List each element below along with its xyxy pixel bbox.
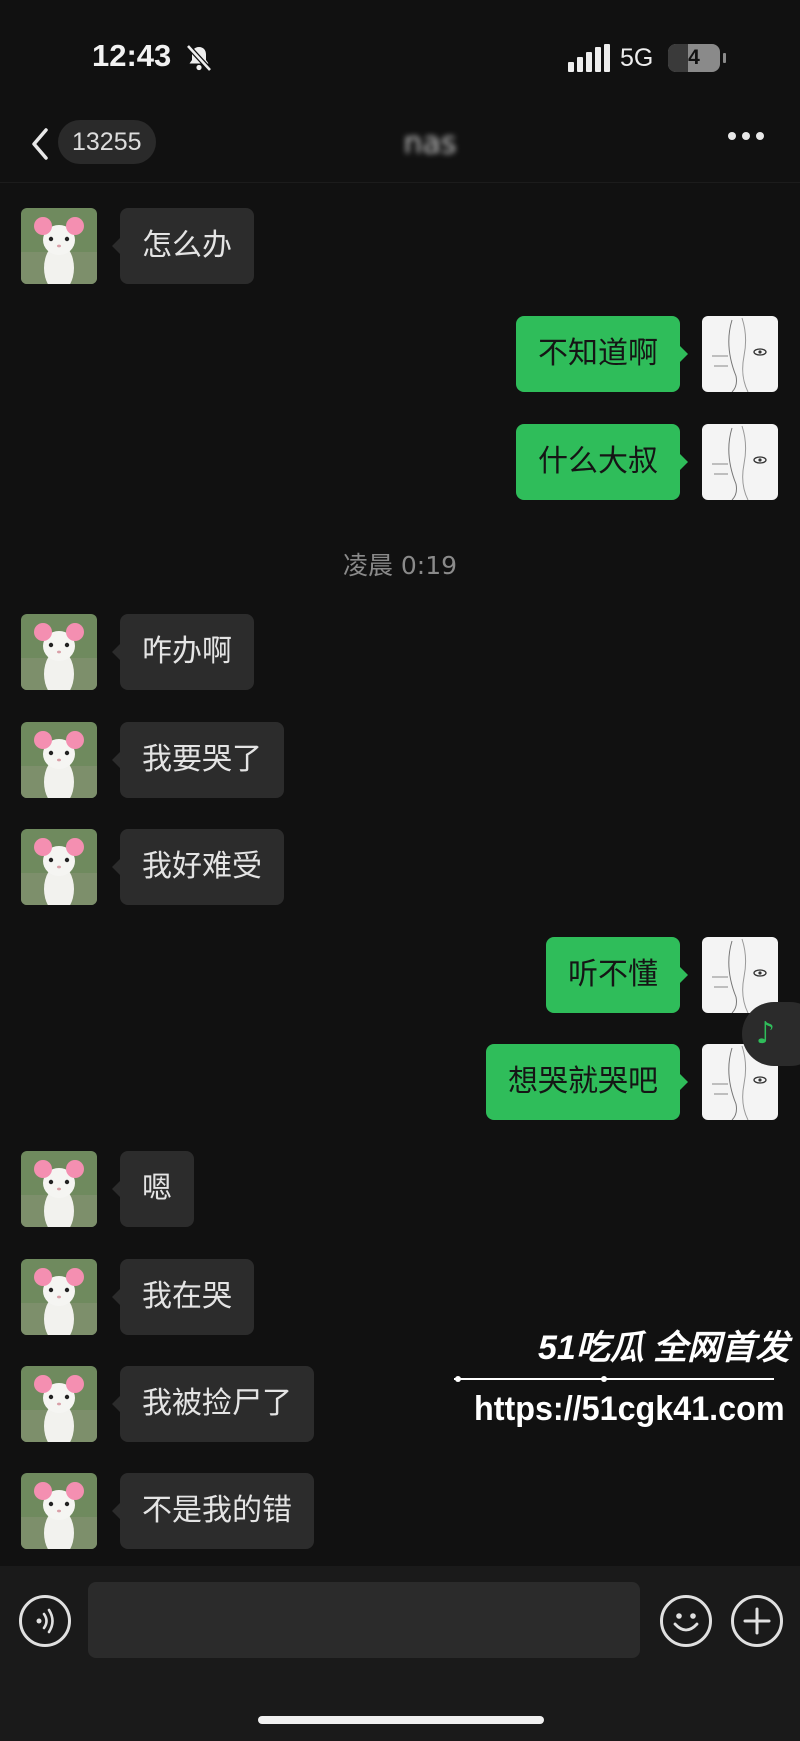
message-row: 什么大叔	[0, 424, 800, 502]
incoming-message[interactable]: 我好难受	[112, 829, 284, 905]
incoming-message[interactable]: 我要哭了	[112, 722, 284, 798]
message-row: 不知道啊	[0, 316, 800, 394]
message-row: 怎么办	[0, 208, 800, 286]
message-row: 不是我的错	[0, 1473, 800, 1551]
battery-level: 4	[688, 46, 700, 69]
battery-icon: 4	[668, 44, 726, 72]
status-time: 12:43	[92, 38, 172, 73]
message-row: 听不懂	[0, 937, 800, 1015]
watermark-line	[454, 1376, 774, 1382]
chevron-left-icon[interactable]	[26, 124, 56, 164]
bell-slash-icon	[186, 44, 212, 72]
input-bar	[0, 1566, 800, 1741]
cat-avatar[interactable]	[21, 829, 97, 905]
cat-avatar[interactable]	[21, 722, 97, 798]
cat-avatar[interactable]	[21, 1366, 97, 1442]
message-row: 我要哭了	[0, 722, 800, 800]
outgoing-message[interactable]: 想哭就哭吧	[486, 1044, 688, 1120]
message-input[interactable]	[88, 1582, 640, 1658]
chat-title: nas	[403, 126, 457, 161]
more-dots-icon[interactable]	[728, 132, 768, 144]
home-indicator[interactable]	[258, 1716, 544, 1724]
sketch-avatar[interactable]	[702, 937, 778, 1013]
network-type: 5G	[620, 44, 654, 72]
voice-icon[interactable]	[19, 1595, 71, 1647]
status-bar: 12:43 5G 4	[0, 0, 800, 110]
outgoing-message[interactable]: 听不懂	[546, 937, 688, 1013]
sketch-avatar[interactable]	[702, 424, 778, 500]
incoming-message[interactable]: 我在哭	[112, 1259, 254, 1335]
incoming-message[interactable]: 我被捡尸了	[112, 1366, 314, 1442]
watermark-url: https://51cgk41.com	[474, 1390, 785, 1428]
plus-icon[interactable]	[731, 1595, 783, 1647]
message-row: 嗯	[0, 1151, 800, 1229]
cat-avatar[interactable]	[21, 1259, 97, 1335]
outgoing-message[interactable]: 什么大叔	[516, 424, 688, 500]
cat-avatar[interactable]	[21, 1151, 97, 1227]
floating-music-button[interactable]: ♪	[742, 1002, 800, 1066]
watermark: 51吃瓜 全网首发 https://51cgk41.com	[450, 1320, 790, 1440]
chat-header: 13255 nas	[0, 110, 800, 183]
signal-icon	[568, 44, 610, 72]
incoming-message[interactable]: 嗯	[112, 1151, 194, 1227]
message-timestamp: 凌晨 0:19	[342, 551, 458, 580]
cat-avatar[interactable]	[21, 614, 97, 690]
message-row: 想哭就哭吧	[0, 1044, 800, 1122]
outgoing-message[interactable]: 不知道啊	[516, 316, 688, 392]
incoming-message[interactable]: 不是我的错	[112, 1473, 314, 1549]
incoming-message[interactable]: 怎么办	[112, 208, 254, 284]
unread-count-badge[interactable]: 13255	[58, 120, 156, 164]
watermark-brand: 51吃瓜 全网首发	[538, 1329, 790, 1367]
sketch-avatar[interactable]	[702, 316, 778, 392]
message-row: 我好难受	[0, 829, 800, 907]
emoji-icon[interactable]	[660, 1595, 712, 1647]
cat-avatar[interactable]	[21, 1473, 97, 1549]
music-note-icon: ♪	[756, 1016, 776, 1051]
incoming-message[interactable]: 咋办啊	[112, 614, 254, 690]
cat-avatar[interactable]	[21, 208, 97, 284]
message-row: 咋办啊	[0, 614, 800, 692]
